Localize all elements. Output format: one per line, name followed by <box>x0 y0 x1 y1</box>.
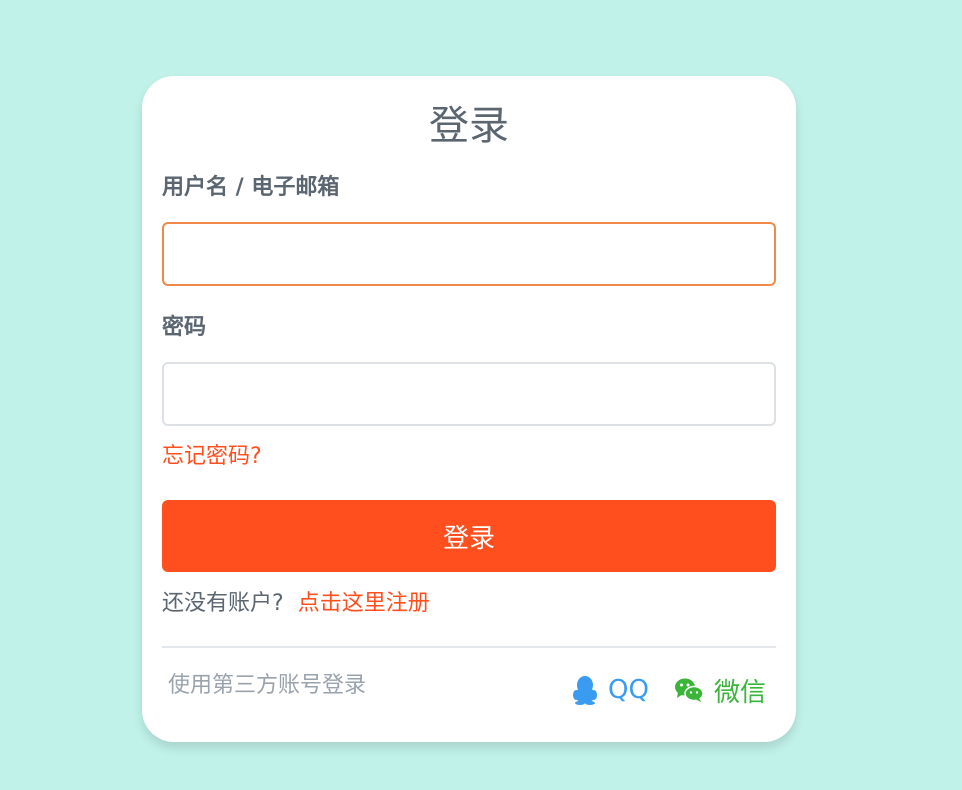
username-input[interactable] <box>162 222 776 286</box>
password-input[interactable] <box>162 362 776 426</box>
login-title: 登录 <box>429 103 509 149</box>
username-label: 用户名 / 电子邮箱 <box>162 175 340 200</box>
login-button[interactable]: 登录 <box>162 500 776 572</box>
wechat-login-button[interactable]: 微信 <box>674 670 766 710</box>
third-party-label: 使用第三方账号登录 <box>168 673 367 698</box>
wechat-icon <box>675 678 704 702</box>
forgot-password-link[interactable]: 忘记密码? <box>162 442 262 472</box>
password-label: 密码 <box>162 315 207 340</box>
no-account-text: 还没有账户? <box>162 591 284 616</box>
wechat-label: 微信 <box>714 677 767 708</box>
login-card: 登录 用户名 / 电子邮箱 密码 忘记密码? 登录 还没有账户? 点击这里注册 使… <box>142 76 796 742</box>
signup-row: 还没有账户? 点击这里注册 <box>162 588 430 620</box>
qq-login-button[interactable]: QQ <box>572 670 649 710</box>
register-link[interactable]: 点击这里注册 <box>298 591 430 616</box>
qq-penguin-icon <box>573 676 597 705</box>
qq-label: QQ <box>608 675 649 705</box>
divider <box>162 646 776 648</box>
